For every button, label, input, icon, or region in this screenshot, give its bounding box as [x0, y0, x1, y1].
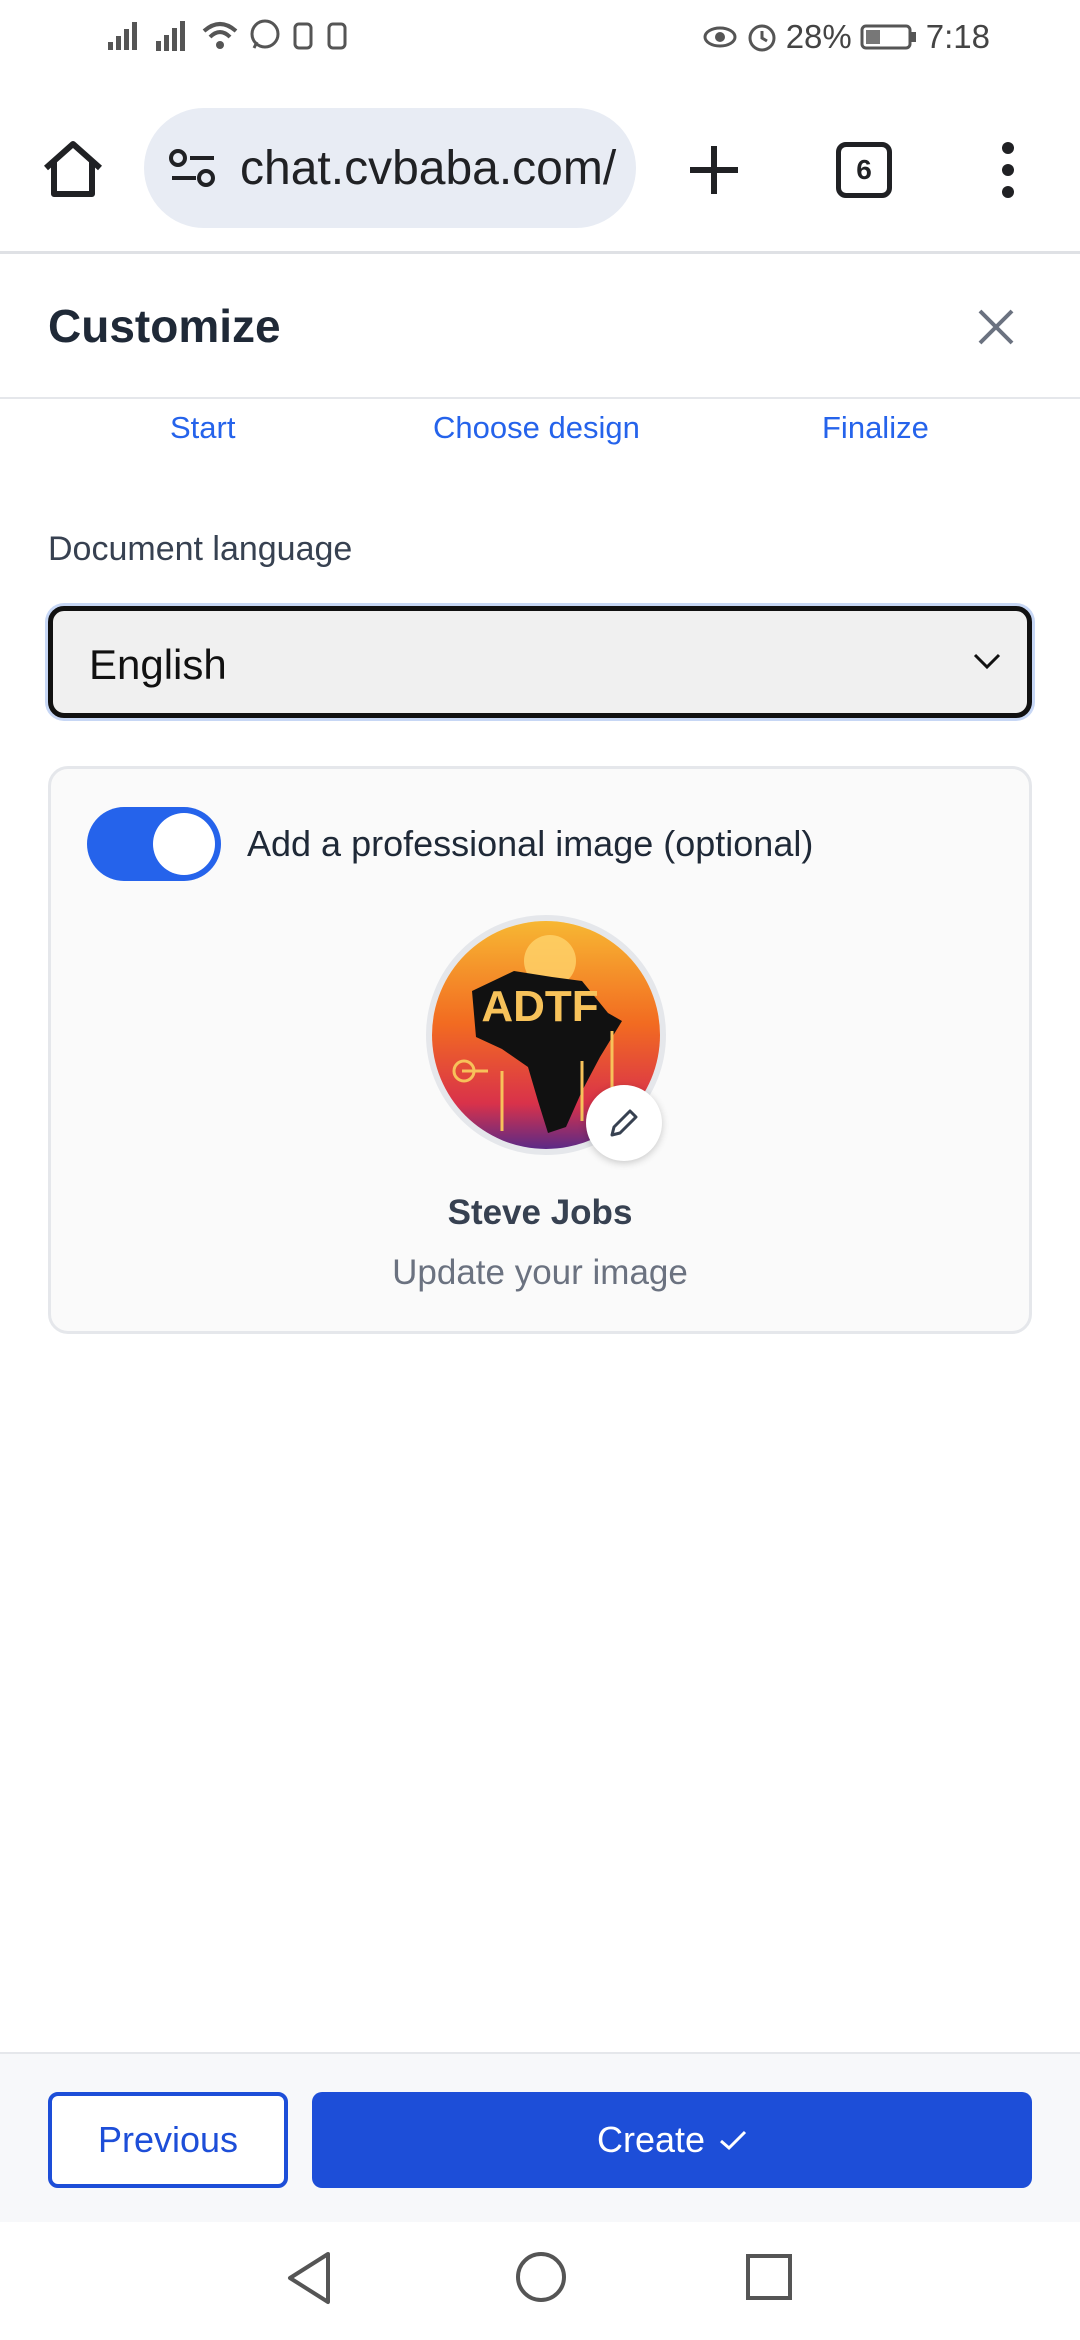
- browser-toolbar: chat.cvbaba.com/ 6: [0, 86, 1080, 254]
- back-nav-icon[interactable]: [284, 2250, 334, 2306]
- profile-name: Steve Jobs: [447, 1193, 633, 1232]
- edit-image-button[interactable]: [586, 1085, 662, 1161]
- step-finalize[interactable]: Finalize: [822, 410, 929, 446]
- image-toggle-label: Add a professional image (optional): [247, 823, 814, 864]
- battery-percent: 28%: [785, 18, 852, 55]
- status-icons-left: [106, 18, 350, 52]
- close-icon[interactable]: [976, 307, 1016, 347]
- create-button-label: Create: [596, 2119, 706, 2160]
- url-text[interactable]: chat.cvbaba.com/: [240, 141, 616, 196]
- home-nav-icon[interactable]: [514, 2250, 568, 2304]
- previous-button-label: Previous: [97, 2119, 239, 2160]
- avatar-container[interactable]: ADTF: [426, 915, 666, 1161]
- tab-switcher-button[interactable]: 6: [836, 142, 892, 198]
- pencil-icon: [610, 1109, 638, 1137]
- status-bar: 28% 7:18: [0, 0, 1080, 86]
- eye-icon: [703, 26, 737, 48]
- previous-button[interactable]: Previous: [48, 2092, 288, 2188]
- alarm-icon: [748, 24, 776, 52]
- checkmark-icon: [720, 2130, 747, 2151]
- language-label: Document language: [48, 530, 353, 568]
- toggle-knob: [153, 813, 215, 875]
- cell-signal-icon: [108, 22, 137, 50]
- language-selected-value: English: [89, 641, 227, 688]
- battery-icon: [860, 24, 916, 50]
- page-title: Customize: [48, 300, 281, 352]
- image-toggle[interactable]: [87, 807, 221, 881]
- step-choose-design[interactable]: Choose design: [433, 410, 640, 446]
- footer-actions: Previous Create: [0, 2052, 1080, 2222]
- recents-nav-icon[interactable]: [744, 2252, 794, 2302]
- more-menu-icon[interactable]: [996, 140, 1020, 200]
- whatsapp-icon: [250, 19, 280, 49]
- address-bar[interactable]: chat.cvbaba.com/: [144, 108, 636, 228]
- clock: 7:18: [925, 18, 990, 55]
- tab-count: 6: [856, 154, 872, 185]
- modal-header: Customize: [0, 257, 1080, 399]
- notification-icon: [293, 22, 313, 50]
- system-nav-bar: [0, 2222, 1080, 2340]
- avatar-logo-text: ADTF: [481, 982, 598, 1031]
- site-settings-icon[interactable]: [168, 148, 218, 188]
- home-icon[interactable]: [40, 136, 106, 202]
- status-icons-right: 28% 7:18: [702, 18, 990, 56]
- new-tab-icon[interactable]: [688, 144, 740, 196]
- wifi-icon: [202, 22, 238, 49]
- update-image-link[interactable]: Update your image: [51, 1253, 1029, 1293]
- create-button[interactable]: Create: [312, 2092, 1032, 2188]
- language-select[interactable]: English: [48, 606, 1032, 718]
- step-start[interactable]: Start: [170, 410, 235, 446]
- cell-signal-2-icon: [156, 21, 185, 51]
- notification-2-icon: [327, 22, 347, 50]
- image-card: Add a professional image (optional) ADTF: [48, 766, 1032, 1334]
- chevron-down-icon: [973, 653, 1001, 670]
